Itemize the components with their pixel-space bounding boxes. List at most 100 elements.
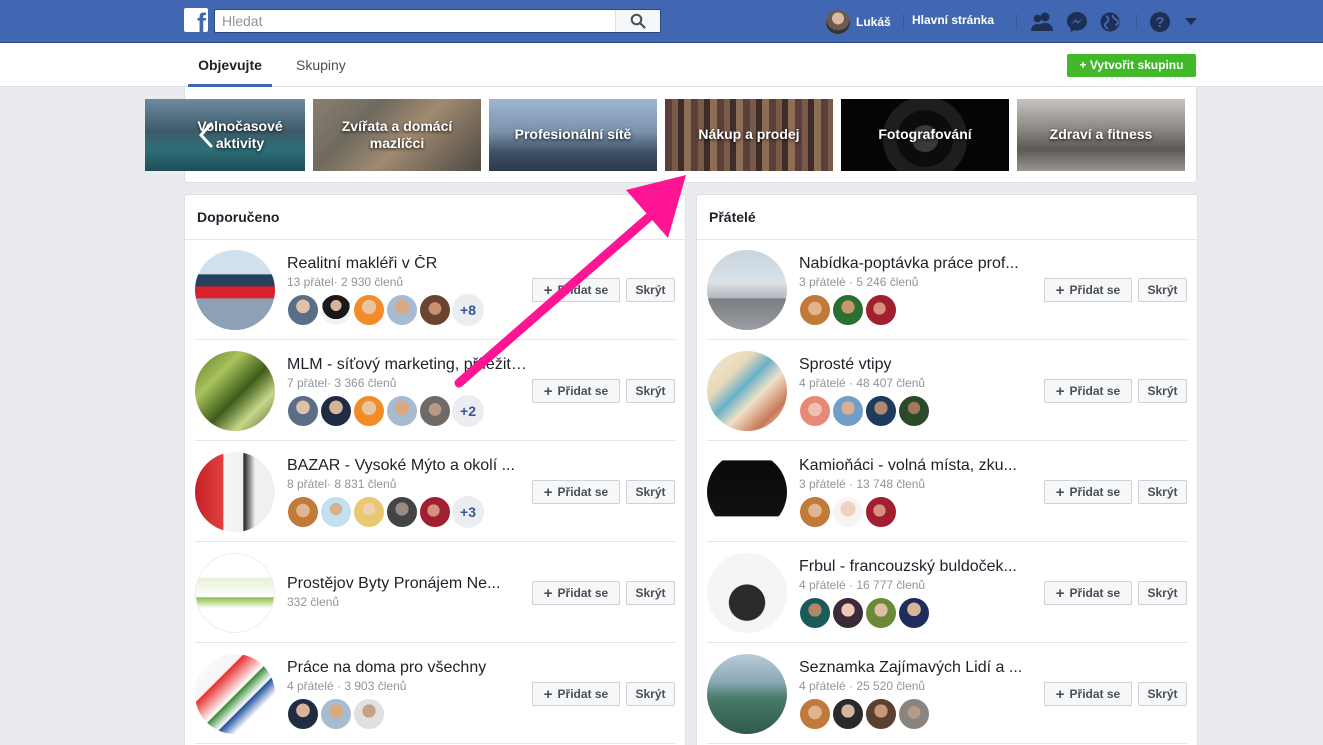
join-group-button[interactable]: + Přidat se (532, 480, 620, 504)
avatar[interactable] (320, 698, 352, 730)
avatar[interactable] (832, 294, 864, 326)
group-name[interactable]: MLM - síťový marketing, příležitosti (287, 356, 532, 374)
more-friends-count[interactable]: +2 (452, 395, 484, 427)
join-group-button[interactable]: + Přidat se (1044, 379, 1132, 403)
avatar[interactable] (832, 698, 864, 730)
join-group-button[interactable]: + Přidat se (532, 581, 620, 605)
avatar[interactable] (386, 294, 418, 326)
group-name[interactable]: Sprosté vtipy (799, 356, 1044, 374)
avatar[interactable] (865, 698, 897, 730)
hide-group-button[interactable]: Skrýt (1138, 682, 1187, 706)
avatar[interactable] (799, 294, 831, 326)
avatar[interactable] (865, 294, 897, 326)
avatar[interactable] (386, 496, 418, 528)
avatar[interactable] (419, 395, 451, 427)
search-button[interactable] (615, 10, 660, 32)
group-photo[interactable] (707, 250, 787, 330)
tab-groups[interactable]: Skupiny (296, 43, 346, 87)
hide-group-button[interactable]: Skrýt (1138, 480, 1187, 504)
avatar[interactable] (353, 395, 385, 427)
avatar[interactable] (799, 597, 831, 629)
group-photo[interactable] (195, 351, 275, 431)
join-group-button[interactable]: + Přidat se (1044, 480, 1132, 504)
group-name[interactable]: Seznamka Zajímavých Lidí a ... (799, 659, 1044, 677)
join-group-button[interactable]: + Přidat se (532, 278, 620, 302)
category-card[interactable]: Profesionální sítě (489, 99, 657, 171)
avatar[interactable] (353, 294, 385, 326)
category-card[interactable]: Nákup a prodej (665, 99, 833, 171)
group-photo[interactable] (707, 553, 787, 633)
avatar[interactable] (287, 698, 319, 730)
friend-requests-button[interactable] (1030, 10, 1054, 34)
hide-group-button[interactable]: Skrýt (626, 278, 675, 302)
category-card[interactable]: Zvířata a domácí mazlíčci (313, 99, 481, 171)
category-card[interactable]: Volnočasové aktivity (145, 99, 305, 171)
group-name[interactable]: Kamioňáci - volná místa, zku... (799, 457, 1044, 475)
avatar[interactable] (419, 294, 451, 326)
hide-group-button[interactable]: Skrýt (626, 379, 675, 403)
more-friends-count[interactable]: +3 (452, 496, 484, 528)
facebook-logo[interactable]: f (184, 8, 208, 32)
avatar[interactable] (320, 395, 352, 427)
tab-discover[interactable]: Objevujte (188, 43, 272, 87)
avatar[interactable] (832, 395, 864, 427)
group-name[interactable]: BAZAR - Vysoké Mýto a okolí ... (287, 457, 532, 475)
profile-link[interactable]: Lukáš (826, 10, 891, 34)
group-photo[interactable] (195, 654, 275, 734)
avatar[interactable] (287, 496, 319, 528)
hide-group-button[interactable]: Skrýt (626, 480, 675, 504)
join-group-button[interactable]: + Přidat se (532, 682, 620, 706)
group-name[interactable]: Realitní makléři v ČR (287, 255, 532, 273)
avatar[interactable] (865, 395, 897, 427)
group-name[interactable]: Nabídka-poptávka práce prof... (799, 255, 1044, 273)
messenger-button[interactable] (1065, 10, 1089, 34)
group-name[interactable]: Prostějov Byty Pronájem Ne... (287, 575, 532, 593)
group-photo[interactable] (195, 250, 275, 330)
more-friends-count[interactable]: +8 (452, 294, 484, 326)
group-photo[interactable] (195, 452, 275, 532)
group-photo[interactable] (707, 452, 787, 532)
group-name[interactable]: Práce na doma pro všechny (287, 659, 532, 677)
search-input[interactable] (215, 10, 615, 32)
avatar[interactable] (865, 597, 897, 629)
hide-group-button[interactable]: Skrýt (1138, 581, 1187, 605)
notifications-button[interactable] (1098, 10, 1122, 34)
avatar[interactable] (287, 395, 319, 427)
join-group-button[interactable]: + Přidat se (1044, 682, 1132, 706)
avatar[interactable] (320, 496, 352, 528)
account-menu-button[interactable] (1179, 10, 1203, 34)
avatar[interactable] (865, 496, 897, 528)
avatar[interactable] (799, 395, 831, 427)
carousel-prev-button[interactable] (195, 117, 217, 153)
hide-group-button[interactable]: Skrýt (1138, 379, 1187, 403)
group-name[interactable]: Frbul - francouzský buldoček... (799, 558, 1044, 576)
avatar[interactable] (898, 698, 930, 730)
hide-group-button[interactable]: Skrýt (1138, 278, 1187, 302)
avatar[interactable] (320, 294, 352, 326)
group-meta: 13 přátel· 2 930 členů (287, 275, 404, 289)
avatar[interactable] (287, 294, 319, 326)
avatar[interactable] (832, 496, 864, 528)
category-card[interactable]: Fotografování (841, 99, 1009, 171)
create-group-button[interactable]: + Vytvořit skupinu (1067, 54, 1196, 77)
avatar[interactable] (353, 698, 385, 730)
avatar[interactable] (419, 496, 451, 528)
avatar[interactable] (353, 496, 385, 528)
help-button[interactable]: ? (1148, 10, 1172, 34)
category-card[interactable]: Zdraví a fitness (1017, 99, 1185, 171)
avatar[interactable] (832, 597, 864, 629)
join-group-button[interactable]: + Přidat se (532, 379, 620, 403)
hide-group-button[interactable]: Skrýt (626, 581, 675, 605)
avatar[interactable] (386, 395, 418, 427)
avatar[interactable] (799, 698, 831, 730)
join-group-button[interactable]: + Přidat se (1044, 581, 1132, 605)
join-group-button[interactable]: + Přidat se (1044, 278, 1132, 302)
group-photo[interactable] (195, 553, 275, 633)
home-link[interactable]: Hlavní stránka (912, 13, 994, 27)
group-photo[interactable] (707, 351, 787, 431)
avatar[interactable] (898, 597, 930, 629)
hide-group-button[interactable]: Skrýt (626, 682, 675, 706)
group-photo[interactable] (707, 654, 787, 734)
avatar[interactable] (799, 496, 831, 528)
avatar[interactable] (898, 395, 930, 427)
